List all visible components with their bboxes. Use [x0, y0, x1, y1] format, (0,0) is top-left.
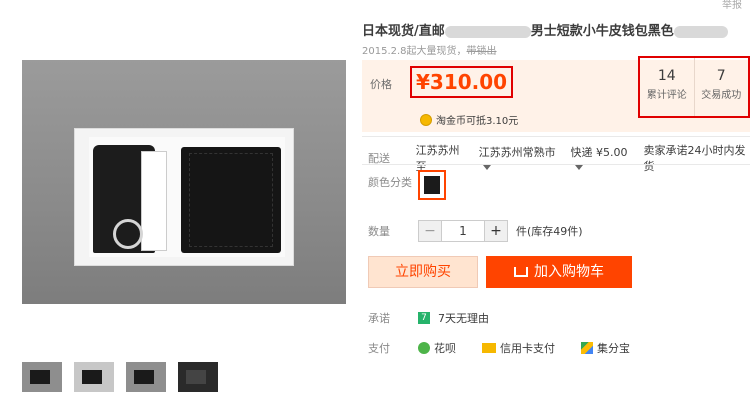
quantity-stepper: − 1 +: [418, 220, 508, 242]
decrease-button[interactable]: −: [419, 221, 441, 241]
price-value: ¥310.00: [410, 66, 514, 98]
express-select[interactable]: 快递 ¥5.00: [571, 144, 636, 173]
gift-box: [74, 128, 294, 266]
product-main-image[interactable]: [22, 60, 346, 304]
product-subtitle: 2015.2.8起大量现货，带锁出: [362, 46, 497, 57]
key-holder: [93, 145, 167, 253]
product-title: 日本现货/直邮 男士短款小牛皮钱包黑色: [362, 20, 728, 39]
color-row: 颜色分类: [368, 176, 412, 189]
coin-icon: [420, 113, 432, 126]
buy-now-button[interactable]: 立即购买: [368, 256, 478, 288]
stats-box: 14 累计评论 7 交易成功: [638, 56, 750, 118]
blurred-text: [444, 25, 531, 38]
quantity-input[interactable]: 1: [441, 221, 485, 241]
ship-promise: 卖家承诺24小时内发货: [643, 144, 746, 173]
trades-stat[interactable]: 7 交易成功: [693, 58, 749, 116]
add-to-cart-button[interactable]: 加入购物车: [486, 256, 632, 288]
color-swatch-black[interactable]: [418, 170, 446, 200]
blurred-text: [673, 25, 728, 38]
thumbnail-3[interactable]: [126, 362, 166, 392]
report-link[interactable]: 举报: [722, 0, 742, 11]
thumbnail-strip: [22, 362, 218, 392]
thumbnail-4[interactable]: [178, 362, 218, 392]
huabei-icon: [418, 342, 430, 354]
promise-row: 承诺 7 7天无理由: [368, 312, 489, 325]
coin-discount[interactable]: 淘金币可抵3.10元: [420, 112, 518, 127]
payment-row: 支付 花呗 信用卡支付 集分宝: [368, 340, 630, 356]
ship-to-select[interactable]: 江苏苏州常熟市: [479, 144, 563, 173]
seven-day-icon: 7: [418, 312, 430, 324]
payment-huabei[interactable]: 花呗: [418, 340, 456, 356]
quantity-row: 数量 − 1 + 件(库存49件): [368, 220, 583, 242]
increase-button[interactable]: +: [485, 221, 507, 241]
thumbnail-2[interactable]: [74, 362, 114, 392]
thumbnail-1[interactable]: [22, 362, 62, 392]
credit-card-icon: [482, 343, 496, 353]
wallet: [181, 147, 281, 253]
reviews-stat[interactable]: 14 累计评论: [640, 58, 694, 116]
stock-text: 件(库存49件): [516, 225, 583, 238]
chevron-down-icon: [574, 164, 583, 170]
price-label: 价格: [370, 78, 392, 91]
chevron-down-icon: [482, 164, 491, 170]
payment-jifenbao[interactable]: 集分宝: [581, 340, 630, 356]
jifenbao-icon: [581, 342, 593, 354]
payment-credit-card[interactable]: 信用卡支付: [482, 340, 555, 356]
cart-icon: [514, 267, 528, 277]
